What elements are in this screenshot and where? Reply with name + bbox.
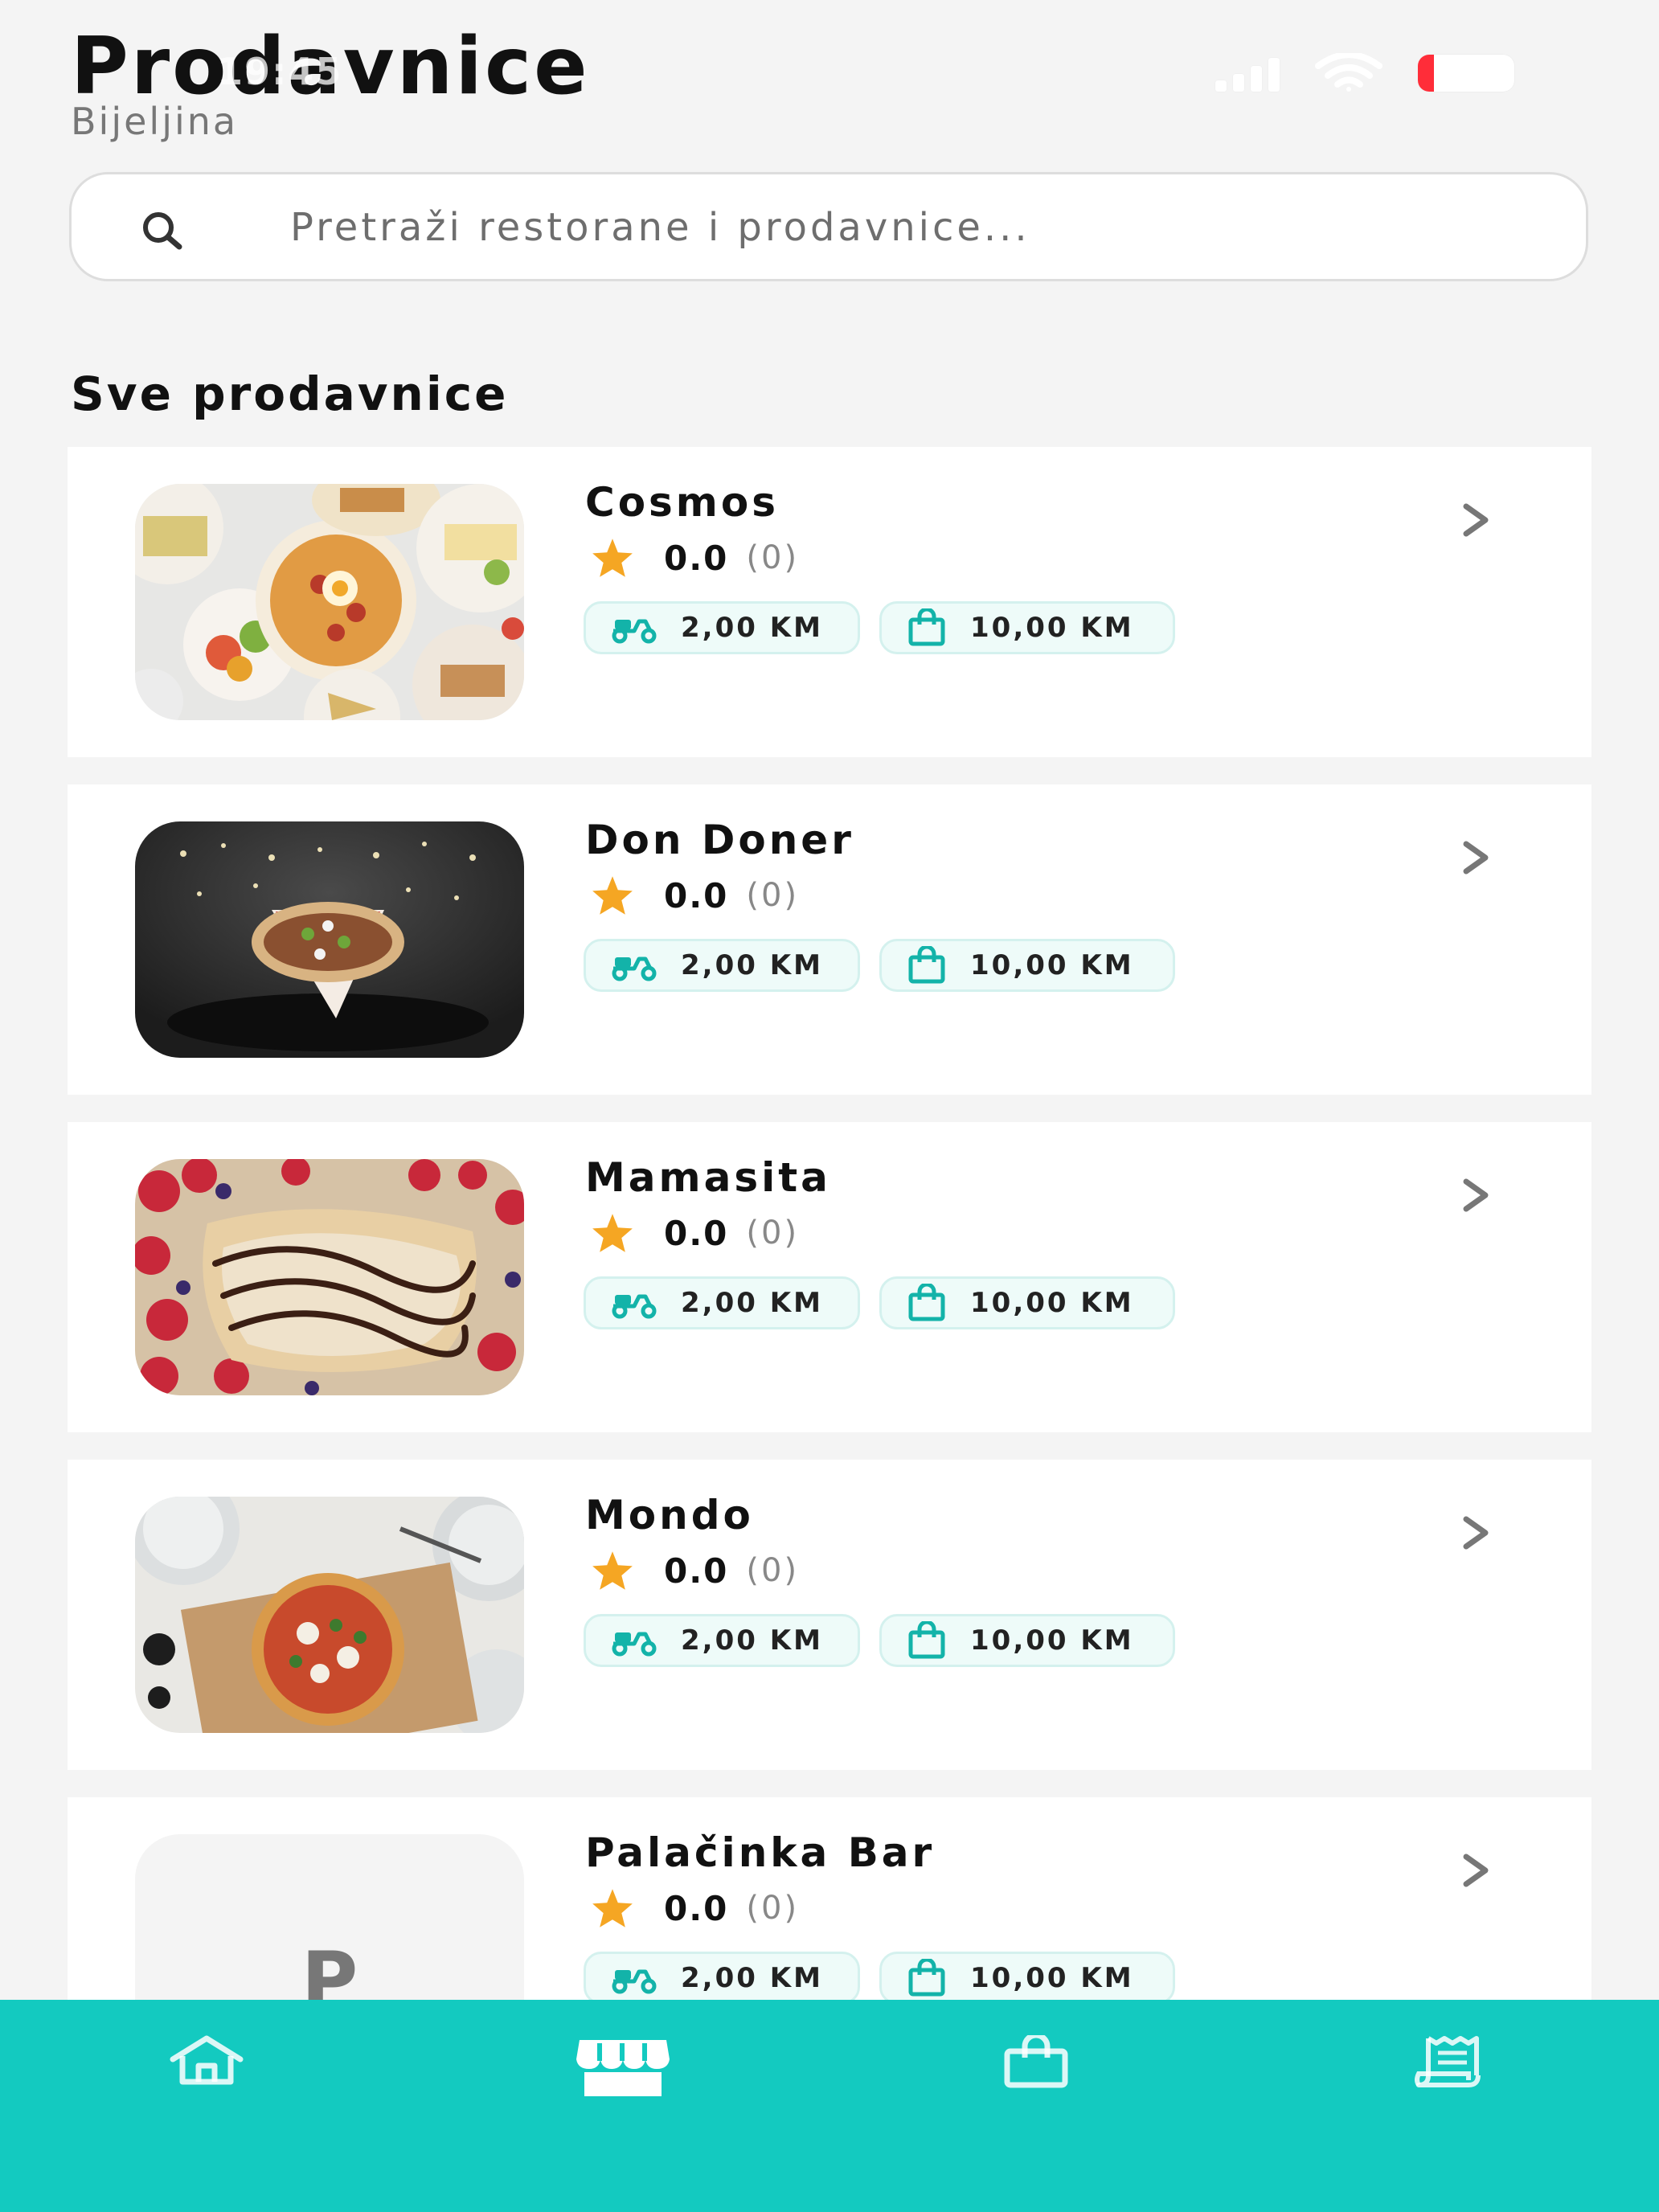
scooter-icon (612, 1294, 657, 1319)
delivery-fee: 2,00 KM (681, 612, 823, 644)
min-order-chip: 10,00 KM (879, 939, 1175, 992)
fee-chips: 2,00 KM 10,00 KM (584, 601, 1175, 654)
nav-cart[interactable] (984, 2035, 1088, 2116)
store-card-cosmos[interactable]: Cosmos 0.0 (0) 2,00 KM 10,00 KM (68, 447, 1591, 757)
bottom-nav (0, 2000, 1659, 2212)
receipt-icon (1415, 2036, 1481, 2087)
chevron-right-icon (1463, 1854, 1489, 1887)
rating-count: (0) (746, 539, 800, 576)
bag-icon (908, 608, 945, 646)
home-icon (170, 2035, 244, 2085)
store-image-don-doner (135, 821, 524, 1058)
min-order-chip: 10,00 KM (879, 601, 1175, 654)
min-order-chip: 10,00 KM (879, 1952, 1175, 2005)
delivery-fee-chip: 2,00 KM (584, 1276, 860, 1329)
section-title: Sve prodavnice (71, 367, 509, 421)
rating-row: 0.0 (0) (590, 1887, 799, 1929)
nav-home[interactable] (154, 2035, 259, 2116)
store-image-mamasita (135, 1159, 524, 1395)
rating-count: (0) (746, 1552, 800, 1589)
star-icon (592, 1889, 633, 1927)
chevron-right-icon (1463, 1178, 1489, 1212)
star-icon (592, 1551, 633, 1590)
rating-count: (0) (746, 1215, 800, 1251)
min-order-value: 10,00 KM (970, 1287, 1134, 1319)
battery-icon: 15 (1418, 55, 1514, 92)
chevron-right-icon (1463, 841, 1489, 875)
bag-icon (908, 1284, 945, 1321)
nav-stores[interactable] (571, 2035, 675, 2116)
store-name: Palačinka Bar (585, 1829, 936, 1876)
fee-chips: 2,00 KM 10,00 KM (584, 1952, 1175, 2005)
store-icon (576, 2040, 670, 2096)
bag-icon (908, 1959, 945, 1997)
rating-value: 0.0 (664, 1550, 729, 1591)
rating-row: 0.0 (0) (590, 1212, 799, 1254)
battery-percent: 15 (1442, 58, 1481, 90)
delivery-fee-chip: 2,00 KM (584, 601, 860, 654)
store-image-cosmos (135, 484, 524, 720)
store-name: Don Doner (585, 817, 854, 863)
store-name: Mondo (585, 1492, 754, 1538)
delivery-fee-chip: 2,00 KM (584, 1952, 860, 2005)
rating-value: 0.0 (664, 1213, 729, 1253)
delivery-fee-chip: 2,00 KM (584, 939, 860, 992)
min-order-chip: 10,00 KM (879, 1276, 1175, 1329)
nav-orders[interactable] (1399, 2035, 1503, 2116)
status-time: 19:45 (217, 50, 343, 93)
min-order-value: 10,00 KM (970, 1624, 1134, 1657)
rating-row: 0.0 (0) (590, 875, 799, 916)
star-icon (592, 1214, 633, 1252)
store-name: Mamasita (585, 1154, 831, 1201)
scooter-icon (612, 1969, 657, 1994)
fee-chips: 2,00 KM 10,00 KM (584, 1614, 1175, 1667)
min-order-value: 10,00 KM (970, 1962, 1134, 1994)
delivery-fee: 2,00 KM (681, 1624, 823, 1657)
chevron-right-icon (1463, 503, 1489, 537)
search-icon (143, 212, 182, 250)
store-name: Cosmos (585, 479, 780, 526)
min-order-value: 10,00 KM (970, 949, 1134, 981)
battery-level (1418, 55, 1434, 92)
min-order-chip: 10,00 KM (879, 1614, 1175, 1667)
search-bar[interactable] (69, 172, 1588, 281)
rating-row: 0.0 (0) (590, 537, 799, 579)
star-icon (592, 876, 633, 915)
scooter-icon (612, 619, 657, 644)
rating-count: (0) (746, 877, 800, 914)
delivery-fee: 2,00 KM (681, 949, 823, 981)
scooter-icon (612, 956, 657, 981)
bag-icon (908, 946, 945, 984)
chevron-right-icon (1463, 1516, 1489, 1550)
delivery-fee: 2,00 KM (681, 1287, 823, 1319)
rating-count: (0) (746, 1890, 800, 1927)
rating-value: 0.0 (664, 538, 729, 578)
fee-chips: 2,00 KM 10,00 KM (584, 1276, 1175, 1329)
status-bar: 19:45 15 (0, 0, 1659, 129)
rating-row: 0.0 (0) (590, 1550, 799, 1591)
wifi-icon (1315, 53, 1382, 92)
status-icons: 15 (1215, 53, 1514, 92)
bag-icon (908, 1621, 945, 1659)
scooter-icon (612, 1632, 657, 1657)
store-card-mamasita[interactable]: Mamasita 0.0 (0) 2,00 KM 10,00 KM (68, 1122, 1591, 1432)
store-card-mondo[interactable]: Mondo 0.0 (0) 2,00 KM 10,00 KM (68, 1460, 1591, 1770)
rating-value: 0.0 (664, 875, 729, 916)
store-list: Cosmos 0.0 (0) 2,00 KM 10,00 KM Don Done… (68, 447, 1591, 2135)
star-icon (592, 539, 633, 577)
fee-chips: 2,00 KM 10,00 KM (584, 939, 1175, 992)
delivery-fee: 2,00 KM (681, 1962, 823, 1994)
delivery-fee-chip: 2,00 KM (584, 1614, 860, 1667)
search-input[interactable] (290, 197, 1544, 258)
store-image-mondo (135, 1497, 524, 1733)
min-order-value: 10,00 KM (970, 612, 1134, 644)
rating-value: 0.0 (664, 1888, 729, 1928)
signal-icon (1215, 56, 1280, 92)
shopping-bag-icon (1004, 2035, 1068, 2088)
store-card-don-doner[interactable]: Don Doner 0.0 (0) 2,00 KM 10,00 KM (68, 784, 1591, 1095)
